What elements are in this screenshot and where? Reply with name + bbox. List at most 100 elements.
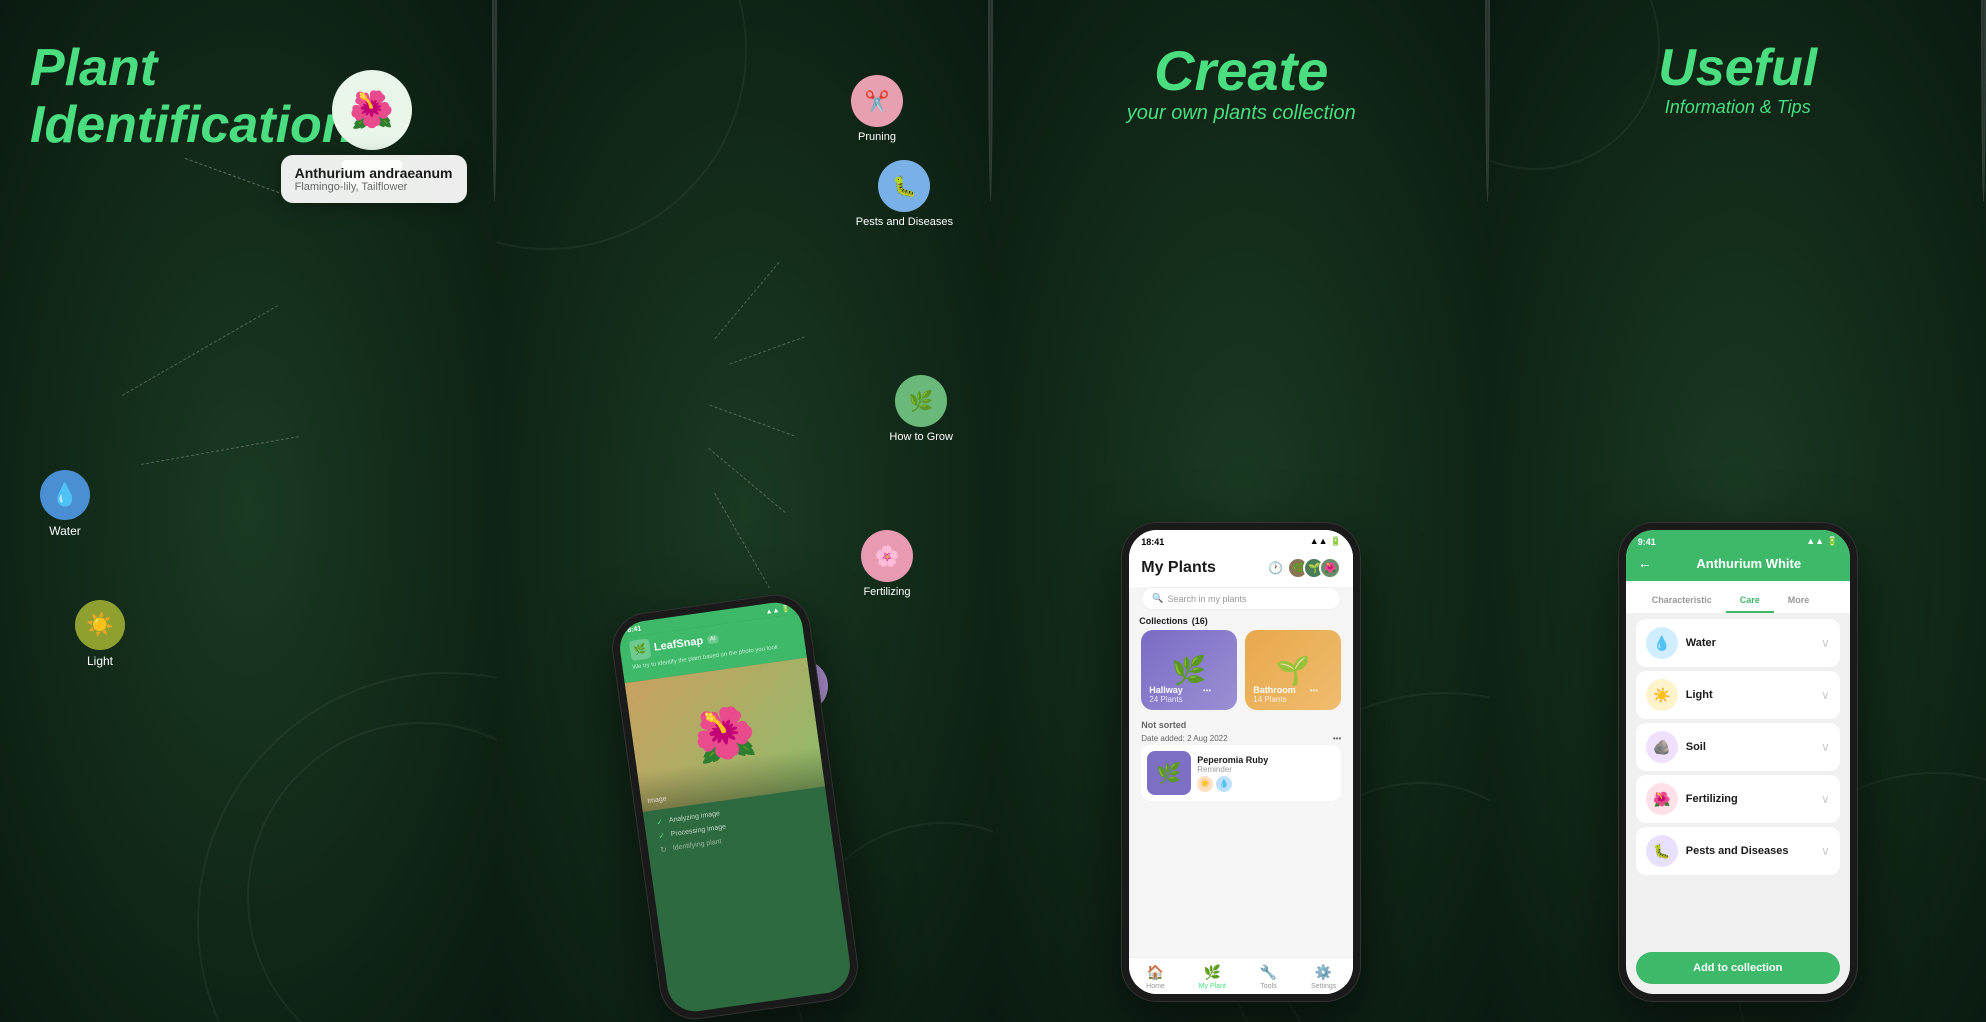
water-label: Water xyxy=(49,524,81,538)
history-icon[interactable]: 🕐 xyxy=(1268,561,1283,575)
panel-plant-identification: Plant Identification 🌺 Anthurium andraea… xyxy=(0,0,497,1022)
peperomia-reminder: Reminder xyxy=(1197,765,1335,774)
peperomia-name: Peperomia Ruby xyxy=(1197,755,1335,765)
mp-title: My Plants xyxy=(1141,559,1216,577)
pests-chevron-icon: ∨ xyxy=(1821,844,1830,858)
date-added: Date added: 2 Aug 2022 xyxy=(1141,734,1227,743)
settings-icon: ⚙️ xyxy=(1315,964,1332,981)
care-item-pests[interactable]: 🐛 Pests and Diseases ∨ xyxy=(1636,827,1840,875)
bottom-nav: 🏠 Home 🌿 My Plant 🔧 Tools ⚙️ xyxy=(1129,957,1353,994)
more-dots[interactable]: ••• xyxy=(1333,734,1341,743)
pests-badge: 🐛 Pests and Diseases xyxy=(856,160,953,228)
spinner-icon: ↻ xyxy=(659,845,667,855)
fertilizing-care-label: Fertilizing xyxy=(1686,793,1813,805)
mp-search[interactable]: 🔍 Search in my plants xyxy=(1141,587,1341,610)
hallway-info: Hallway ••• 24 Plants xyxy=(1149,685,1211,704)
care-header: ← Anthurium White xyxy=(1626,551,1850,581)
soil-care-label: Soil xyxy=(1686,741,1813,753)
hallway-card[interactable]: 🌿 Hallway ••• 24 Plants xyxy=(1141,630,1237,710)
not-sorted-label: Not sorted xyxy=(1129,716,1353,732)
light-badge: ☀️ Light xyxy=(75,600,125,668)
plant-card: Anthurium andraeanum Flamingo-lily, Tail… xyxy=(281,155,467,203)
nav-home[interactable]: 🏠 Home xyxy=(1146,964,1165,990)
search-icon: 🔍 xyxy=(1152,593,1163,604)
panel-my-plants: Create your own plants collection 18:41 … xyxy=(993,0,1490,1022)
app-badge: AI xyxy=(706,635,719,645)
check-icon-2: ✓ xyxy=(658,831,666,841)
soil-care-icon: 🪨 xyxy=(1646,731,1678,763)
care-phone: 9:41 ▲▲ 🔋 ← Anthurium White Characterist… xyxy=(1618,522,1858,1002)
check-icon-1: ✓ xyxy=(656,818,664,828)
bathroom-count: 14 Plants xyxy=(1253,695,1318,704)
dashed-3 xyxy=(709,405,794,437)
mp-avatars: 🌿 🌱 🌺 xyxy=(1287,557,1341,579)
plant-icon-sun: ☀️ xyxy=(1197,776,1213,792)
p4-title: Useful xyxy=(1520,40,1957,97)
water-badge: 💧 Water xyxy=(40,470,90,538)
bathroom-card[interactable]: 🌱 Bathroom ••• 14 Plants xyxy=(1245,630,1341,710)
water-care-icon: 💧 xyxy=(1646,627,1678,659)
care-tabs: Characteristic Care More xyxy=(1626,581,1850,613)
nav-settings[interactable]: ⚙️ Settings xyxy=(1311,964,1336,990)
peperomia-item[interactable]: 🌿 Peperomia Ruby Reminder ☀️ 💧 xyxy=(1141,745,1341,801)
app-logo: 🌿 xyxy=(629,638,652,661)
nav-myplant[interactable]: 🌿 My Plant xyxy=(1199,964,1226,990)
collections-header: Collections (16) xyxy=(1129,616,1353,630)
fertilizing-care-icon: 🌺 xyxy=(1646,783,1678,815)
p3-title-create: Create xyxy=(1023,40,1460,102)
plant-name: Anthurium andraeanum xyxy=(295,165,453,181)
hallway-dots[interactable]: ••• xyxy=(1203,686,1211,695)
back-arrow-icon[interactable]: ← xyxy=(1638,555,1652,571)
care-status-bar: 9:41 ▲▲ 🔋 xyxy=(1626,530,1850,551)
mp-collections: 🌿 Hallway ••• 24 Plants 🌱 xyxy=(1129,630,1353,716)
pruning-label: Pruning xyxy=(858,131,896,143)
nav-tools[interactable]: 🔧 Tools xyxy=(1260,964,1277,990)
light-dashed-line xyxy=(141,436,299,465)
nav-home-label: Home xyxy=(1146,983,1165,990)
plant-icon-water: 💧 xyxy=(1216,776,1232,792)
my-plants-phone: 18:41 ▲▲ 🔋 My Plants 🕐 🌿 🌱 🌺 xyxy=(1121,522,1361,1002)
tab-more[interactable]: More xyxy=(1774,589,1824,613)
analyze-text-1: Analyzing image xyxy=(668,811,720,825)
pests-label: Pests and Diseases xyxy=(856,216,953,228)
p2-time: 8:41 xyxy=(627,625,642,635)
nav-myplant-label: My Plant xyxy=(1199,983,1226,990)
plant-icon: 🌿 xyxy=(1204,964,1221,981)
plant-common-name: Flamingo-lily, Tailflower xyxy=(295,181,453,193)
nav-settings-label: Settings xyxy=(1311,983,1336,990)
peperomia-photo: 🌿 xyxy=(1147,751,1191,795)
analyze-text-3: Identifying plant xyxy=(672,839,722,853)
mp-signal: ▲▲ 🔋 xyxy=(1310,536,1342,547)
p4-subtitle: Information & Tips xyxy=(1520,97,1957,118)
plant-photo: 🌺 Image xyxy=(624,658,824,812)
dashed-5 xyxy=(714,493,770,589)
care-item-fertilizing[interactable]: 🌺 Fertilizing ∨ xyxy=(1636,775,1840,823)
collections-label: Collections xyxy=(1139,616,1188,626)
panel-useful-info: Useful Information & Tips 9:41 ▲▲ 🔋 ← An… xyxy=(1490,0,1986,1022)
p3-subtitle: your own plants collection xyxy=(1023,102,1460,125)
light-label: Light xyxy=(87,654,113,668)
tab-characteristic[interactable]: Characteristic xyxy=(1638,589,1726,613)
mp-time: 18:41 xyxy=(1141,537,1164,547)
bathroom-name: Bathroom xyxy=(1253,685,1296,695)
bathroom-dots[interactable]: ••• xyxy=(1310,686,1318,695)
dashed-2 xyxy=(729,336,805,364)
care-item-soil[interactable]: 🪨 Soil ∨ xyxy=(1636,723,1840,771)
nav-tools-label: Tools xyxy=(1260,983,1276,990)
plant-care-icons: ☀️ 💧 xyxy=(1197,776,1335,792)
care-item-light[interactable]: ☀️ Light ∨ xyxy=(1636,671,1840,719)
mp-header-right: 🕐 🌿 🌱 🌺 xyxy=(1268,557,1341,579)
how-to-grow-label: How to Grow xyxy=(889,431,953,443)
care-item-water[interactable]: 💧 Water ∨ xyxy=(1636,619,1840,667)
mp-status-bar: 18:41 ▲▲ 🔋 xyxy=(1129,530,1353,551)
dashed-1 xyxy=(714,262,779,339)
panel-scan: ✂️ Pruning 🐛 Pests and Diseases 🌿 How to… xyxy=(497,0,994,1022)
add-to-collection-button[interactable]: Add to collection xyxy=(1636,952,1840,984)
water-chevron-icon: ∨ xyxy=(1821,636,1830,650)
care-list: 💧 Water ∨ ☀️ Light ∨ 🪨 xyxy=(1626,613,1850,952)
pruning-badge: ✂️ Pruning xyxy=(851,75,903,143)
tab-care[interactable]: Care xyxy=(1726,589,1774,613)
dashed-connector xyxy=(184,158,278,193)
bathroom-info: Bathroom ••• 14 Plants xyxy=(1253,685,1318,704)
fertilizing-badge: 🌸 Fertilizing xyxy=(861,530,913,598)
